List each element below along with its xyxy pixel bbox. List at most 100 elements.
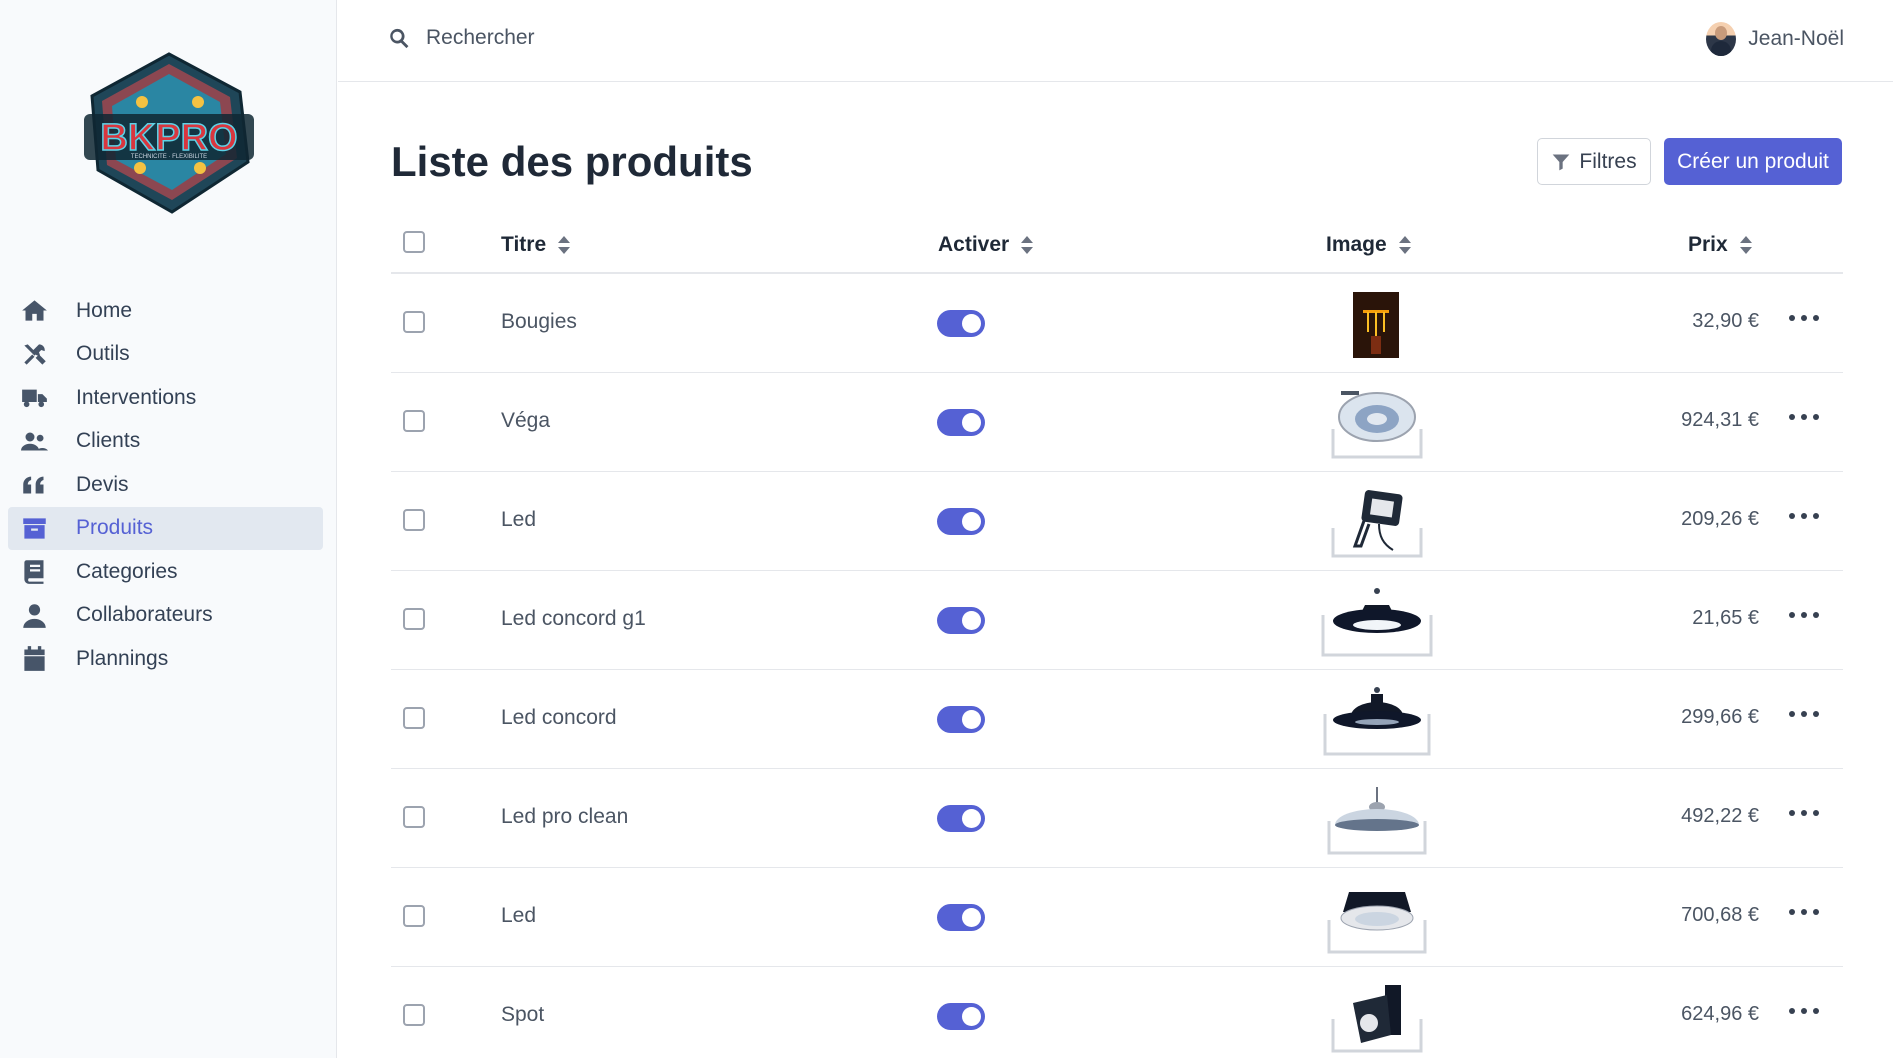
sidebar: BKPRO TECHNICITE · FLEXIBILITE Home Outi…	[0, 0, 337, 1058]
filter-icon	[1553, 154, 1570, 170]
sidebar-item-plannings[interactable]: Plannings	[8, 637, 323, 681]
sidebar-item-clients[interactable]: Clients	[8, 420, 323, 464]
product-price: 299,66 €	[1681, 706, 1759, 728]
product-title: Led	[501, 904, 537, 927]
active-toggle[interactable]	[937, 607, 985, 634]
row-checkbox[interactable]	[403, 608, 425, 630]
search-icon	[390, 28, 409, 49]
column-header-activer[interactable]: Activer	[938, 233, 1034, 257]
sidebar-item-label: Devis	[76, 472, 129, 496]
sidebar-item-label: Categories	[76, 559, 178, 583]
sidebar-item-produits[interactable]: Produits	[8, 506, 323, 550]
product-price: 209,26 €	[1681, 508, 1759, 530]
bkpro-logo[interactable]: BKPRO TECHNICITE · FLEXIBILITE	[80, 50, 258, 216]
column-header-titre[interactable]: Titre	[501, 233, 571, 257]
column-header-label: Activer	[938, 233, 1010, 256]
book-icon	[18, 558, 50, 586]
product-price: 624,96 €	[1681, 1003, 1759, 1025]
active-toggle[interactable]	[937, 706, 985, 733]
table-row[interactable]: Led pro clean 492,22 €	[391, 769, 1843, 868]
table-row[interactable]: Led concord 299,66 €	[391, 670, 1843, 769]
sidebar-item-label: Interventions	[76, 385, 197, 409]
row-actions-button[interactable]	[1789, 403, 1819, 431]
table-row[interactable]: Véga 924,31 €	[391, 373, 1843, 472]
sidebar-item-label: Produits	[76, 516, 154, 540]
sidebar-item-collaborateurs[interactable]: Collaborateurs	[8, 594, 323, 638]
downlight-image	[1331, 391, 1423, 459]
product-title: Bougies	[501, 310, 577, 333]
row-actions-button[interactable]	[1789, 601, 1819, 629]
select-all-checkbox[interactable]	[403, 231, 425, 253]
active-toggle[interactable]	[937, 805, 985, 832]
user-name: Jean-Noël	[1748, 27, 1844, 50]
top-bar: Jean-Noël	[338, 0, 1893, 82]
highbay-dome-image	[1323, 687, 1431, 756]
user-icon	[18, 601, 50, 629]
floodlight-image	[1331, 490, 1423, 558]
highbay-ufo-image	[1321, 588, 1433, 657]
active-toggle[interactable]	[937, 1003, 985, 1030]
product-title: Spot	[501, 1003, 545, 1026]
column-header-prix[interactable]: Prix	[1688, 233, 1752, 257]
active-toggle[interactable]	[937, 508, 985, 535]
product-title: Véga	[501, 409, 551, 432]
track-spot-image	[1331, 985, 1423, 1053]
table-row[interactable]: Bougies 32,90 €	[391, 274, 1843, 373]
sidebar-item-outils[interactable]: Outils	[8, 333, 323, 377]
product-price: 32,90 €	[1692, 310, 1759, 332]
column-header-image[interactable]: Image	[1326, 233, 1411, 257]
sidebar-item-home[interactable]: Home	[8, 289, 323, 333]
row-actions-button[interactable]	[1789, 304, 1819, 332]
user-menu[interactable]: Jean-Noël	[1706, 22, 1844, 56]
product-price: 700,68 €	[1681, 904, 1759, 926]
recessed-led-image	[1327, 892, 1427, 954]
column-header-label: Image	[1326, 233, 1387, 256]
active-toggle[interactable]	[937, 904, 985, 931]
tools-icon	[18, 340, 50, 368]
row-actions-button[interactable]	[1789, 997, 1819, 1025]
row-checkbox[interactable]	[403, 410, 425, 432]
sidebar-item-devis[interactable]: Devis	[8, 463, 323, 507]
search-input[interactable]	[426, 26, 826, 50]
sidebar-item-label: Collaborateurs	[76, 603, 213, 627]
row-actions-button[interactable]	[1789, 700, 1819, 728]
row-actions-button[interactable]	[1789, 799, 1819, 827]
sidebar-item-interventions[interactable]: Interventions	[8, 376, 323, 420]
row-checkbox[interactable]	[403, 905, 425, 927]
filters-button[interactable]: Filtres	[1537, 138, 1651, 185]
row-checkbox[interactable]	[403, 707, 425, 729]
row-actions-button[interactable]	[1789, 898, 1819, 926]
row-checkbox[interactable]	[403, 806, 425, 828]
users-icon	[18, 427, 50, 455]
product-title: Led concord g1	[501, 607, 646, 630]
active-toggle[interactable]	[937, 409, 985, 436]
create-product-button[interactable]: Créer un produit	[1664, 138, 1842, 185]
product-title: Led	[501, 508, 537, 531]
product-price: 924,31 €	[1681, 409, 1759, 431]
row-checkbox[interactable]	[403, 509, 425, 531]
column-header-label: Titre	[501, 233, 547, 256]
table-row[interactable]: Led 209,26 €	[391, 472, 1843, 571]
sidebar-item-label: Plannings	[76, 646, 169, 670]
table-row[interactable]: Led 700,68 €	[391, 868, 1843, 967]
table-row[interactable]: Spot 624,96 €	[391, 967, 1843, 1058]
truck-icon	[18, 384, 50, 412]
home-icon	[18, 297, 50, 325]
search-bar	[388, 26, 826, 50]
active-toggle[interactable]	[937, 310, 985, 337]
row-checkbox[interactable]	[403, 1004, 425, 1026]
page-title: Liste des produits	[391, 138, 753, 185]
row-checkbox[interactable]	[403, 311, 425, 333]
sidebar-item-categories[interactable]: Categories	[8, 550, 323, 594]
product-price: 492,22 €	[1681, 805, 1759, 827]
logo-tagline: TECHNICITE · FLEXIBILITE	[131, 154, 207, 160]
products-table: Titre Activer Image Prix Bougies 32,90 €	[391, 215, 1843, 1058]
filters-button-label: Filtres	[1579, 149, 1637, 173]
product-title: Led pro clean	[501, 805, 629, 828]
sidebar-nav: Home Outils Interventions Clients Devis …	[8, 289, 323, 681]
sort-icon	[558, 236, 571, 254]
sidebar-item-label: Home	[76, 298, 133, 322]
logo-wordmark: BKPRO	[100, 117, 237, 159]
row-actions-button[interactable]	[1789, 502, 1819, 530]
table-row[interactable]: Led concord g1 21,65 €	[391, 571, 1843, 670]
